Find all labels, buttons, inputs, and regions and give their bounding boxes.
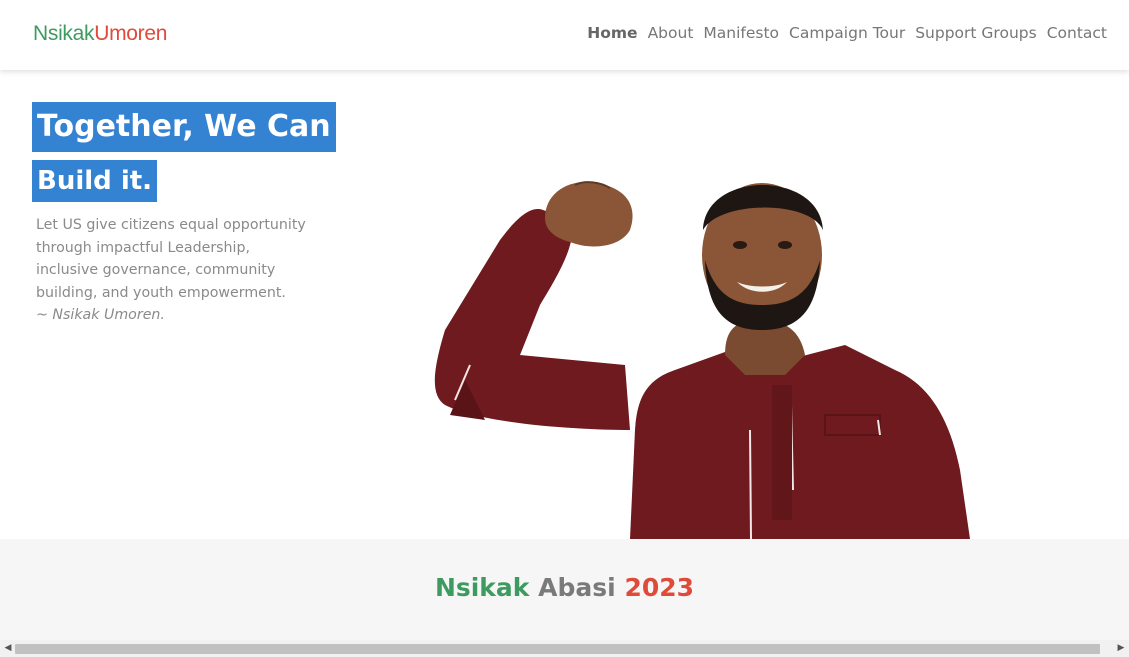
campaign-banner-title: Nsikak Abasi 2023 (0, 573, 1129, 602)
logo-last-name: Umoren (94, 22, 168, 45)
scroll-left-icon[interactable]: ◀ (2, 643, 14, 653)
banner-word-2: Abasi (538, 573, 616, 602)
hero-signature: ~ Nsikak Umoren. (36, 307, 165, 323)
candidate-portrait (434, 181, 970, 539)
main-nav: Home About Manifesto Campaign Tour Suppo… (587, 24, 1107, 42)
banner-word-3: 2023 (624, 573, 695, 602)
campaign-banner: Nsikak Abasi 2023 (0, 539, 1129, 640)
nav-home[interactable]: Home (587, 24, 637, 42)
hero-headline-line2: Build it. (32, 160, 158, 202)
site-logo[interactable]: NsikakUmoren (33, 22, 167, 46)
banner-word-1: Nsikak (434, 573, 530, 602)
nav-support-groups[interactable]: Support Groups (915, 24, 1036, 42)
scroll-right-icon[interactable]: ▶ (1115, 643, 1127, 653)
scrollbar-thumb[interactable] (15, 644, 1100, 654)
hero-tagline-text: Let US give citizens equal opportunity t… (36, 217, 306, 301)
hero-section: Together, We Can Build it. Let US give c… (0, 70, 1129, 539)
site-header: NsikakUmoren Home About Manifesto Campai… (0, 0, 1129, 70)
horizontal-scrollbar[interactable]: ◀ ▶ (0, 640, 1129, 657)
hero-headline-line1: Together, We Can (32, 102, 336, 152)
nav-about[interactable]: About (648, 24, 694, 42)
tunic-shape (630, 345, 970, 539)
logo-first-name: Nsikak (33, 22, 95, 45)
hero-tagline: Let US give citizens equal opportunity t… (36, 214, 316, 327)
nav-campaign-tour[interactable]: Campaign Tour (789, 24, 905, 42)
nav-contact[interactable]: Contact (1047, 24, 1107, 42)
nav-manifesto[interactable]: Manifesto (703, 24, 779, 42)
raised-fist (545, 181, 633, 247)
